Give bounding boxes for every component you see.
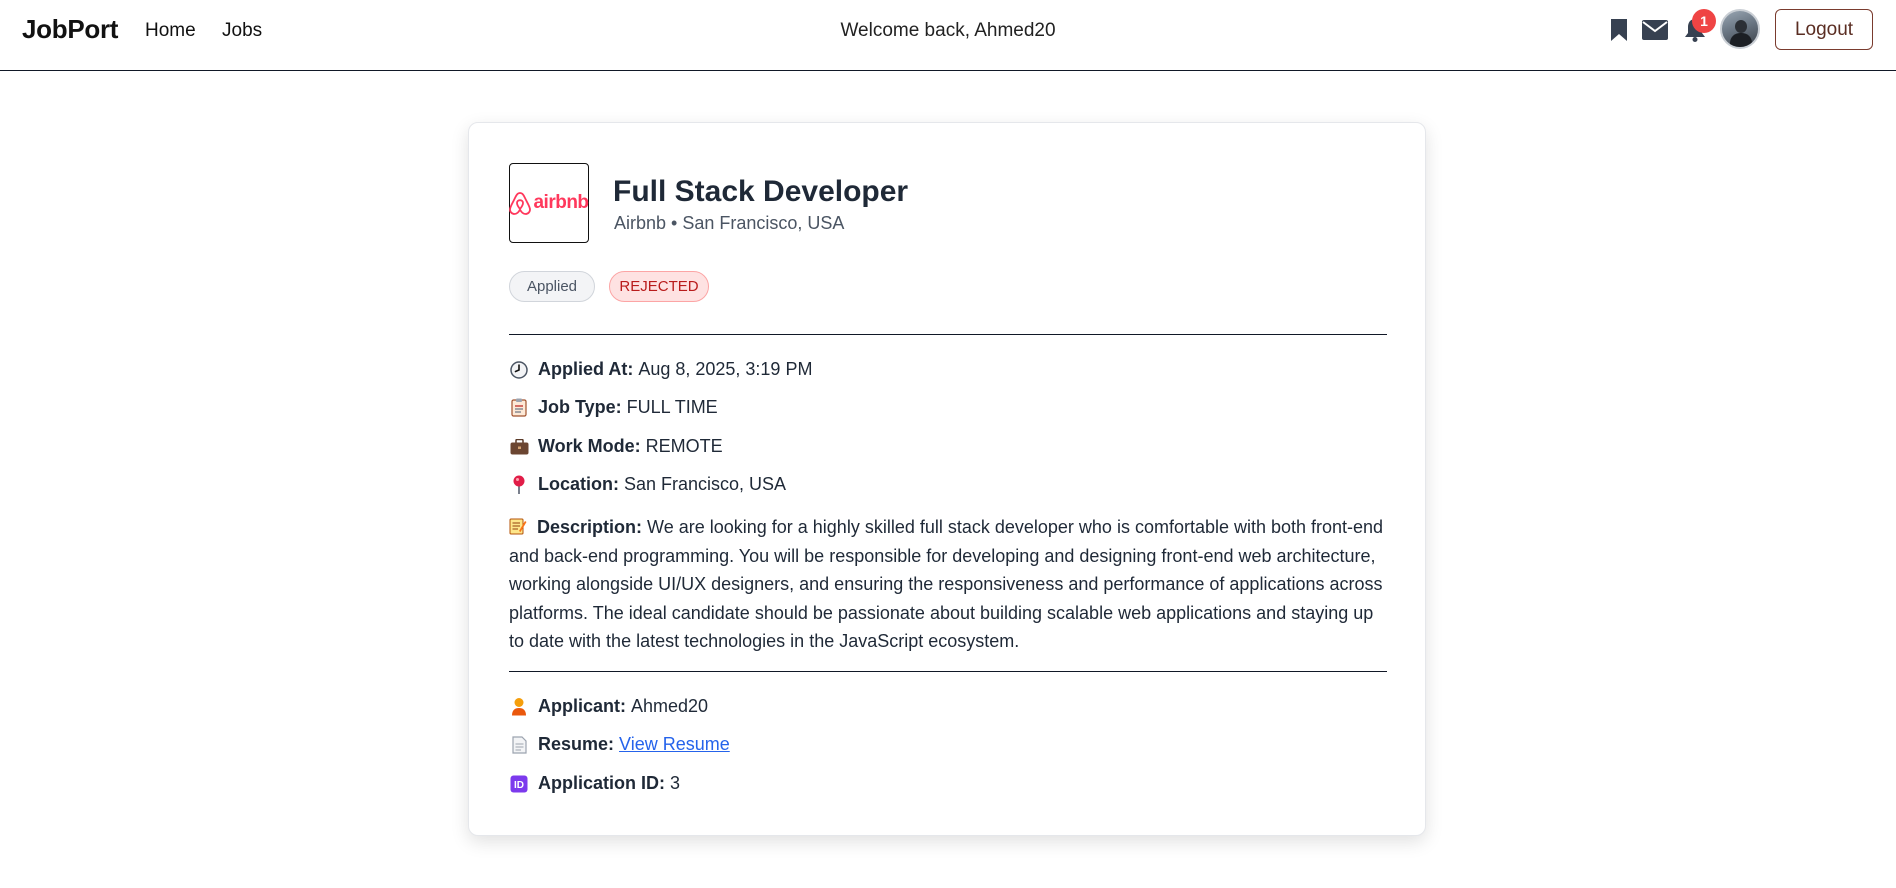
detail-value: We are looking for a highly skilled full… — [509, 517, 1384, 651]
detail-resume: Resume: View Resume — [509, 734, 730, 755]
brand-logo[interactable]: JobPort — [22, 14, 118, 45]
bookmark-icon[interactable] — [1606, 17, 1632, 43]
detail-label: Resume: — [538, 734, 615, 754]
detail-applied-at: Applied At: Aug 8, 2025, 3:19 PM — [509, 359, 812, 380]
document-icon — [509, 735, 529, 755]
view-resume-link[interactable]: View Resume — [619, 734, 730, 755]
detail-job-type: Job Type: FULL TIME — [509, 397, 718, 418]
logout-button[interactable]: Logout — [1775, 9, 1873, 50]
airbnb-logo-icon — [509, 192, 532, 215]
detail-label: Applicant: — [538, 696, 626, 716]
id-icon: ID — [509, 774, 529, 794]
detail-applicant: Applicant: Ahmed20 — [509, 696, 708, 717]
detail-value: 3 — [670, 773, 681, 793]
svg-text:ID: ID — [514, 780, 524, 791]
top-navbar: JobPort Home Jobs Welcome back, Ahmed20 … — [0, 0, 1896, 71]
detail-value: REMOTE — [645, 436, 723, 456]
avatar[interactable] — [1720, 9, 1760, 49]
divider — [509, 334, 1387, 335]
nav-link-jobs[interactable]: Jobs — [222, 20, 262, 42]
detail-value: FULL TIME — [626, 397, 718, 417]
detail-label: Work Mode: — [538, 436, 641, 456]
clipboard-icon — [509, 398, 529, 418]
detail-label: Applied At: — [538, 359, 634, 379]
detail-label: Location: — [538, 474, 619, 494]
notification-badge: 1 — [1692, 9, 1716, 33]
detail-description: Description: We are looking for a highly… — [509, 513, 1389, 656]
detail-application-id: ID Application ID: 3 — [509, 773, 680, 794]
pin-icon — [509, 475, 529, 495]
memo-icon — [509, 515, 529, 535]
detail-work-mode: Work Mode: REMOTE — [509, 436, 723, 457]
detail-value: Ahmed20 — [631, 696, 709, 716]
detail-value: San Francisco, USA — [624, 474, 787, 494]
status-badge-applied: Applied — [509, 271, 595, 302]
company-logo: airbnb — [509, 163, 589, 243]
job-company-location: Airbnb • San Francisco, USA — [614, 213, 845, 233]
detail-label: Application ID: — [538, 773, 665, 793]
detail-label: Job Type: — [538, 397, 622, 417]
detail-location: Location: San Francisco, USA — [509, 474, 786, 495]
detail-value: Aug 8, 2025, 3:19 PM — [638, 359, 813, 379]
divider — [509, 671, 1387, 672]
envelope-icon[interactable] — [1642, 17, 1668, 43]
clock-icon — [509, 360, 529, 380]
welcome-message: Welcome back, Ahmed20 — [840, 20, 1056, 41]
person-icon — [509, 697, 529, 717]
status-badge-rejected: REJECTED — [609, 271, 709, 302]
detail-label: Description: — [537, 517, 643, 537]
job-title: Full Stack Developer — [613, 175, 909, 208]
briefcase-icon — [509, 437, 529, 457]
application-card: airbnb Full Stack Developer Airbnb • San… — [468, 122, 1426, 836]
company-logo-text: airbnb — [533, 192, 589, 213]
nav-link-home[interactable]: Home — [145, 20, 196, 42]
